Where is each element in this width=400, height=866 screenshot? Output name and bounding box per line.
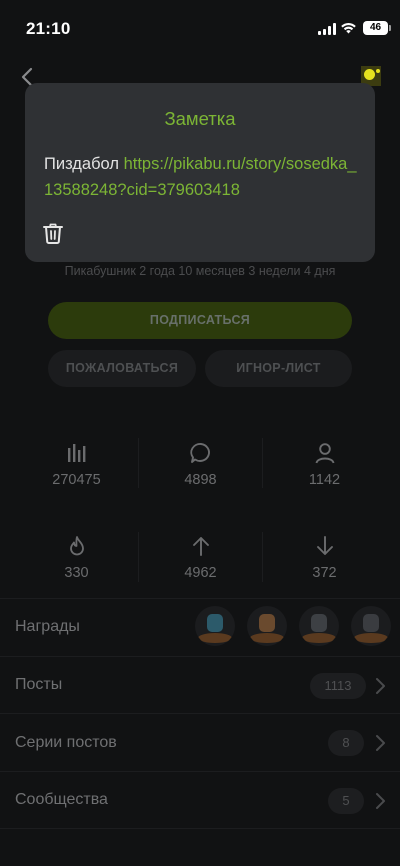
ignore-list-button[interactable]: ИГНОР-ЛИСТ	[205, 350, 352, 387]
posts-count-badge: 1113	[310, 673, 366, 699]
note-popup: Заметка Пиздабол https://pikabu.ru/story…	[25, 83, 375, 262]
chevron-right-icon[interactable]	[374, 734, 386, 752]
arrow-down-icon	[316, 536, 333, 555]
chevron-right-icon[interactable]	[374, 677, 386, 695]
post-series-label[interactable]: Серии постов	[15, 734, 117, 752]
status-time: 21:10	[26, 19, 71, 38]
wifi-icon	[341, 23, 356, 34]
person-icon	[315, 443, 334, 464]
rating-bars-icon	[67, 444, 85, 462]
rating-value: 270475	[52, 472, 101, 488]
divider	[0, 598, 400, 599]
award-badge[interactable]	[247, 606, 287, 646]
comment-bubble-icon	[189, 443, 210, 463]
award-badge[interactable]	[299, 606, 339, 646]
posts-label[interactable]: Посты	[15, 676, 62, 694]
note-body: Пиздабол https://pikabu.ru/story/sosedka…	[44, 151, 364, 203]
note-text: Пиздабол	[44, 155, 124, 173]
divider	[0, 656, 400, 657]
communities-label[interactable]: Сообщества	[15, 791, 108, 809]
status-bar: 21:10 46	[0, 0, 400, 54]
comments-value: 4898	[184, 472, 217, 488]
award-badge[interactable]	[195, 606, 235, 646]
chevron-right-icon[interactable]	[374, 792, 386, 810]
battery-icon: 46	[363, 21, 391, 35]
divider	[0, 771, 400, 772]
minuses-value: 372	[312, 565, 337, 581]
awards-label[interactable]: Награды	[15, 618, 80, 636]
stat-minuses: 372	[262, 535, 387, 581]
stat-hot: 330	[14, 535, 139, 581]
note-title: Заметка	[164, 108, 236, 129]
award-badge[interactable]	[351, 606, 391, 646]
stat-pluses: 4962	[138, 535, 263, 581]
hot-value: 330	[64, 565, 89, 581]
stat-comments: 4898	[138, 442, 263, 488]
flame-icon	[69, 536, 84, 556]
arrow-up-icon	[192, 537, 209, 556]
stat-rating: 270475	[14, 442, 139, 488]
cellular-signal-icon	[318, 23, 336, 35]
subscribers-value: 1142	[308, 472, 341, 488]
pluses-value: 4962	[184, 565, 217, 581]
subscribe-button[interactable]: ПОДПИСАТЬСЯ	[48, 302, 352, 339]
series-count-badge: 8	[328, 730, 364, 756]
divider	[0, 713, 400, 714]
divider	[0, 828, 400, 829]
communities-count-badge: 5	[328, 788, 364, 814]
trash-icon[interactable]	[42, 222, 64, 244]
membership-duration: Пикабушник 2 года 10 месяцев 3 недели 4 …	[64, 264, 336, 278]
stat-subscribers: 1142	[262, 442, 387, 488]
report-button[interactable]: ПОЖАЛОВАТЬСЯ	[48, 350, 196, 387]
